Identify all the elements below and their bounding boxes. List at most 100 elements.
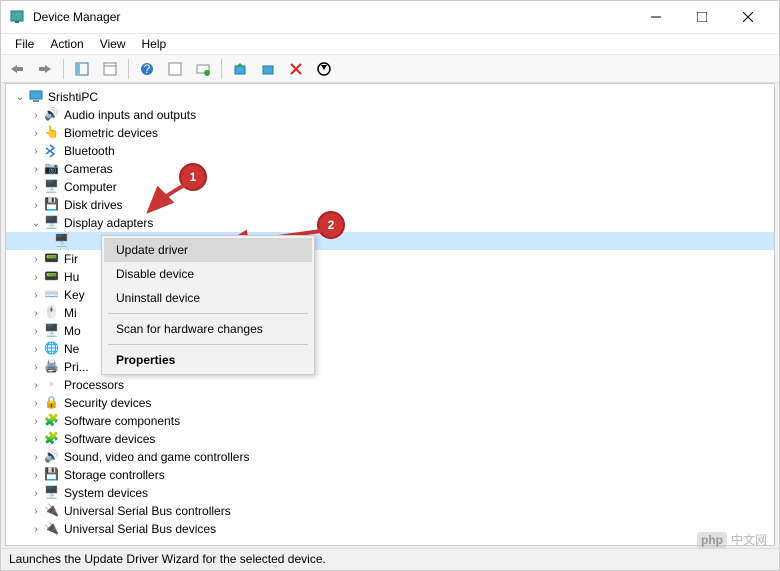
tree-item-label: Security devices: [64, 396, 151, 410]
tree-item[interactable]: ›🔌 Universal Serial Bus controllers: [6, 502, 774, 520]
hid-icon: 📟: [44, 269, 60, 285]
expand-icon[interactable]: ›: [28, 128, 44, 139]
tree-item[interactable]: ›Bluetooth: [6, 142, 774, 160]
action-button[interactable]: [163, 57, 187, 81]
badge-label: 2: [328, 218, 335, 232]
maximize-button[interactable]: [679, 1, 725, 33]
tree-item[interactable]: ›🧩 Software devices: [6, 430, 774, 448]
toolbar-separator: [221, 59, 222, 79]
scan-button[interactable]: [191, 57, 215, 81]
tree-root[interactable]: ⌄ SrishtiPC: [6, 88, 774, 106]
expand-icon[interactable]: ›: [28, 110, 44, 121]
context-scan[interactable]: Scan for hardware changes: [104, 317, 312, 341]
expand-icon[interactable]: ›: [28, 416, 44, 427]
tree-item-label: Universal Serial Bus controllers: [64, 504, 231, 518]
help-button[interactable]: ?: [135, 57, 159, 81]
statusbar-text: Launches the Update Driver Wizard for th…: [9, 552, 326, 566]
tree-item[interactable]: ›💾Disk drives: [6, 196, 774, 214]
tree-item[interactable]: ›🔌Universal Serial Bus devices: [6, 520, 774, 538]
tree-item-label: Processors: [64, 378, 124, 392]
biometric-icon: 👆: [44, 125, 60, 141]
collapse-icon[interactable]: ⌄: [12, 92, 28, 103]
keyboard-icon: ⌨️: [44, 287, 60, 303]
tree-item[interactable]: ›🔊Sound, video and game controllers: [6, 448, 774, 466]
tree-item[interactable]: ›🧩Software components: [6, 412, 774, 430]
expand-icon[interactable]: ›: [28, 470, 44, 481]
close-button[interactable]: [725, 1, 771, 33]
context-properties[interactable]: Properties: [104, 348, 312, 372]
expand-icon[interactable]: ›: [28, 398, 44, 409]
mouse-icon: 🖱️: [44, 305, 60, 321]
tree-item-label: System devices: [64, 486, 148, 500]
audio-icon: 🔊: [44, 107, 60, 123]
processor-icon: ▫️: [44, 377, 60, 393]
context-item-label: Properties: [116, 353, 175, 367]
expand-icon[interactable]: ›: [28, 362, 44, 373]
tree-item[interactable]: ›🖥️Computer: [6, 178, 774, 196]
context-menu: Update driver Disable device Uninstall d…: [101, 235, 315, 375]
back-button[interactable]: [5, 57, 29, 81]
bluetooth-icon: [44, 143, 60, 159]
expand-icon[interactable]: ›: [28, 164, 44, 175]
properties-button[interactable]: [98, 57, 122, 81]
expand-icon[interactable]: ›: [28, 380, 44, 391]
tree-item[interactable]: ›🔒Security devices: [6, 394, 774, 412]
expand-icon[interactable]: ›: [28, 272, 44, 283]
uninstall-button[interactable]: [256, 57, 280, 81]
tree-item[interactable]: ›👆Biometric devices: [6, 124, 774, 142]
watermark: php 中文网: [697, 531, 767, 548]
expand-icon[interactable]: ›: [28, 488, 44, 499]
tree-item-label: Hu: [64, 270, 79, 284]
tree-item-label: Ne: [64, 342, 79, 356]
tree-item-label: Pri: [64, 360, 79, 374]
menu-file[interactable]: File: [7, 35, 42, 53]
expand-icon[interactable]: ›: [28, 182, 44, 193]
expand-icon[interactable]: ›: [28, 254, 44, 265]
context-uninstall-device[interactable]: Uninstall device: [104, 286, 312, 310]
expand-icon[interactable]: ›: [28, 452, 44, 463]
tree-item-label: Software components: [64, 414, 180, 428]
context-separator: [108, 313, 308, 314]
menu-action[interactable]: Action: [42, 35, 91, 53]
tree-item[interactable]: ›🔊Audio inputs and outputs: [6, 106, 774, 124]
usb-icon: 🔌: [44, 503, 60, 519]
show-hide-tree-button[interactable]: [70, 57, 94, 81]
computer-icon: [28, 89, 44, 105]
app-icon: [9, 9, 25, 25]
expand-icon[interactable]: ›: [28, 146, 44, 157]
tree-item-label: Disk drives: [64, 198, 123, 212]
titlebar: Device Manager: [1, 1, 779, 33]
expand-icon[interactable]: ›: [28, 344, 44, 355]
usb-icon: 🔌: [44, 521, 60, 537]
delete-button[interactable]: [284, 57, 308, 81]
forward-button[interactable]: [33, 57, 57, 81]
expand-icon[interactable]: ›: [28, 326, 44, 337]
tree-item[interactable]: ›▫️ Processors: [6, 376, 774, 394]
window-title: Device Manager: [33, 10, 633, 24]
tree-item[interactable]: ›💾Storage controllers: [6, 466, 774, 484]
collapse-icon[interactable]: ⌄: [28, 218, 44, 229]
expand-icon[interactable]: ›: [28, 506, 44, 517]
menu-help[interactable]: Help: [134, 35, 175, 53]
expand-icon[interactable]: ›: [28, 200, 44, 211]
expand-icon[interactable]: ›: [28, 308, 44, 319]
tree-item[interactable]: ›📷Cameras: [6, 160, 774, 178]
tree-item-label: Fir: [64, 252, 78, 266]
tree-item[interactable]: ›🖥️System devices: [6, 484, 774, 502]
statusbar: Launches the Update Driver Wizard for th…: [1, 548, 779, 570]
context-update-driver[interactable]: Update driver: [104, 238, 312, 262]
software-icon: 🧩: [44, 431, 60, 447]
tree-item-label: Mo: [64, 324, 81, 338]
expand-icon[interactable]: ›: [28, 290, 44, 301]
menu-view[interactable]: View: [92, 35, 134, 53]
expand-icon[interactable]: ›: [28, 434, 44, 445]
toolbar-separator: [63, 59, 64, 79]
network-icon: 🌐: [44, 341, 60, 357]
tree-item-label: Software devices: [64, 432, 155, 446]
update-button[interactable]: [228, 57, 252, 81]
expand-icon[interactable]: ›: [28, 524, 44, 535]
disable-button[interactable]: [312, 57, 336, 81]
minimize-button[interactable]: [633, 1, 679, 33]
context-disable-device[interactable]: Disable device: [104, 262, 312, 286]
tree-item-display-adapters[interactable]: ⌄🖥️Display adapters: [6, 214, 774, 232]
